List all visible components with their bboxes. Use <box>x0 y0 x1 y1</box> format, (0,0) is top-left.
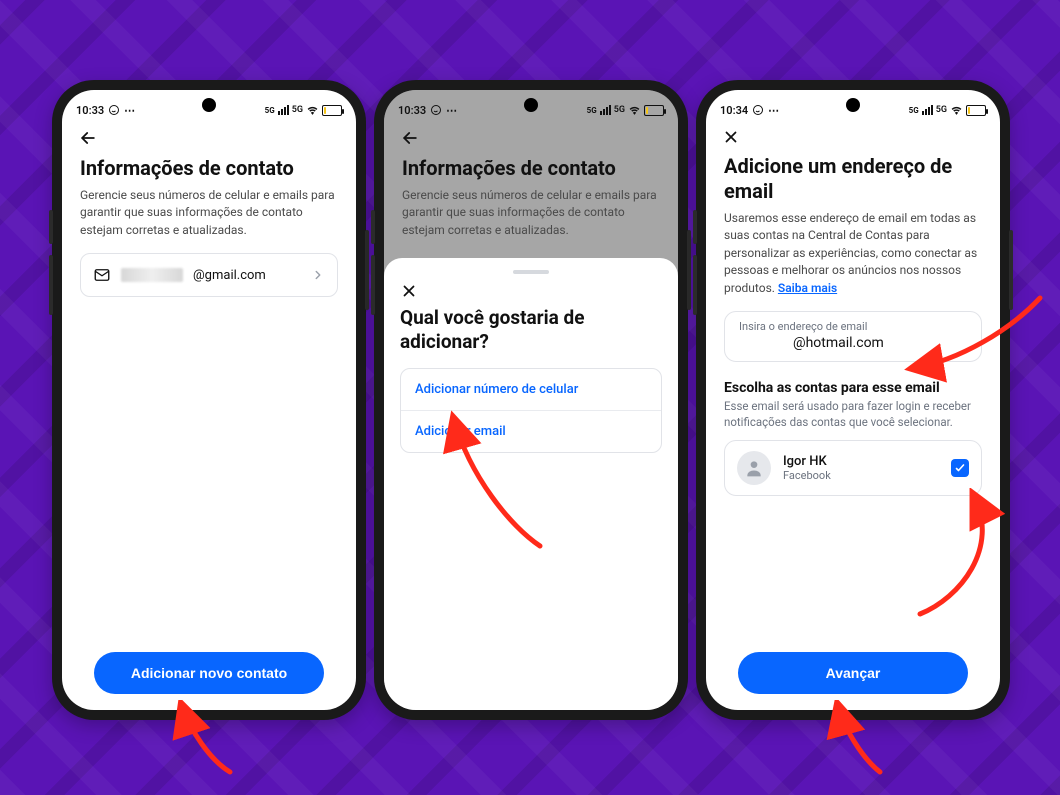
option-add-email[interactable]: Adicionar email <box>401 410 661 452</box>
back-arrow-icon[interactable] <box>78 128 98 148</box>
phone-camera-notch <box>524 98 538 112</box>
wifi-icon <box>306 105 319 115</box>
account-card: Igor HK Facebook <box>724 440 982 496</box>
phone-frame-1: 10:33 ⋯ 5G 5G Informações de <box>52 80 366 720</box>
phone-side-button <box>49 255 53 315</box>
phone-screen-3: 10:34 ⋯ 5G 5G Adicione um en <box>706 90 1000 710</box>
person-icon <box>744 458 764 478</box>
battery-icon <box>322 105 342 116</box>
phone-screen-2: 10:33 ⋯ 5G 5G <box>384 90 678 710</box>
volte-icon: 5G <box>909 106 919 115</box>
whatsapp-icon <box>108 104 120 116</box>
choose-accounts-heading: Escolha as contas para esse email <box>724 380 982 396</box>
battery-icon <box>644 105 664 116</box>
page-description: Usaremos esse endereço de email em todas… <box>724 210 982 297</box>
phone-side-button <box>371 210 375 244</box>
account-row[interactable]: Igor HK Facebook <box>725 441 981 495</box>
redacted-text <box>121 268 183 282</box>
contact-list: @gmail.com <box>80 253 338 297</box>
add-options-list: Adicionar número de celular Adicionar em… <box>400 368 662 453</box>
more-icon: ⋯ <box>124 104 135 117</box>
contact-row-email[interactable]: @gmail.com <box>81 254 337 296</box>
phone-side-button <box>49 210 53 244</box>
wifi-icon <box>628 105 641 115</box>
account-name: Igor HK <box>783 454 939 469</box>
wifi-icon <box>950 105 963 115</box>
page-description-text: Usaremos esse endereço de email em todas… <box>724 211 977 295</box>
close-icon[interactable] <box>400 282 418 300</box>
signal-icon <box>278 105 289 115</box>
phone-side-button <box>365 230 369 310</box>
email-input[interactable]: Insira o endereço de email @hotmail.com <box>724 311 982 362</box>
contact-email-suffix: @gmail.com <box>193 268 266 283</box>
network-label: 5G <box>292 105 303 115</box>
whatsapp-icon <box>430 104 442 116</box>
account-platform: Facebook <box>783 469 939 482</box>
close-icon[interactable] <box>722 128 740 146</box>
status-time: 10:33 <box>76 104 104 117</box>
network-label: 5G <box>614 105 625 115</box>
chevron-right-icon <box>311 268 325 282</box>
learn-more-link[interactable]: Saiba mais <box>778 281 837 295</box>
signal-icon <box>922 105 933 115</box>
page-title: Adicione um endereço de email <box>724 154 982 204</box>
option-add-phone[interactable]: Adicionar número de celular <box>401 369 661 410</box>
network-label: 5G <box>936 105 947 115</box>
page-title-dimmed: Informações de contato <box>402 156 660 181</box>
phone-frame-2: 10:33 ⋯ 5G 5G <box>374 80 688 720</box>
volte-icon: 5G <box>265 106 275 115</box>
phone-side-button <box>371 255 375 315</box>
volte-icon: 5G <box>587 106 597 115</box>
more-icon: ⋯ <box>768 104 779 117</box>
signal-icon <box>600 105 611 115</box>
avatar <box>737 451 771 485</box>
phone-side-button <box>693 255 697 315</box>
battery-icon <box>966 105 986 116</box>
status-time: 10:34 <box>720 104 748 117</box>
add-new-contact-button[interactable]: Adicionar novo contato <box>94 652 324 694</box>
page-description-dimmed: Gerencie seus números de celular e email… <box>402 187 660 239</box>
phone-frame-3: 10:34 ⋯ 5G 5G Adicione um en <box>696 80 1010 720</box>
phone-camera-notch <box>202 98 216 112</box>
phone-screen-1: 10:33 ⋯ 5G 5G Informações de <box>62 90 356 710</box>
check-icon <box>954 462 966 474</box>
sheet-grabber[interactable] <box>513 270 549 274</box>
sheet-title: Qual você gostaria de adicionar? <box>400 306 662 354</box>
email-input-suffix: @hotmail.com <box>793 335 884 351</box>
redacted-text <box>739 336 793 349</box>
phone-camera-notch <box>846 98 860 112</box>
page-description: Gerencie seus números de celular e email… <box>80 187 338 239</box>
next-button[interactable]: Avançar <box>738 652 968 694</box>
phone-side-button <box>687 230 691 310</box>
status-time: 10:33 <box>398 104 426 117</box>
phone-side-button <box>693 210 697 244</box>
bottom-sheet: Qual você gostaria de adicionar? Adicion… <box>384 258 678 710</box>
more-icon: ⋯ <box>446 104 457 117</box>
mail-icon <box>93 266 111 284</box>
phone-side-button <box>1009 230 1013 310</box>
choose-accounts-description: Esse email será usado para fazer login e… <box>724 398 982 430</box>
account-checkbox[interactable] <box>951 459 969 477</box>
whatsapp-icon <box>752 104 764 116</box>
back-arrow-icon <box>400 128 420 148</box>
email-input-label: Insira o endereço de email <box>739 320 967 333</box>
page-title: Informações de contato <box>80 156 338 181</box>
